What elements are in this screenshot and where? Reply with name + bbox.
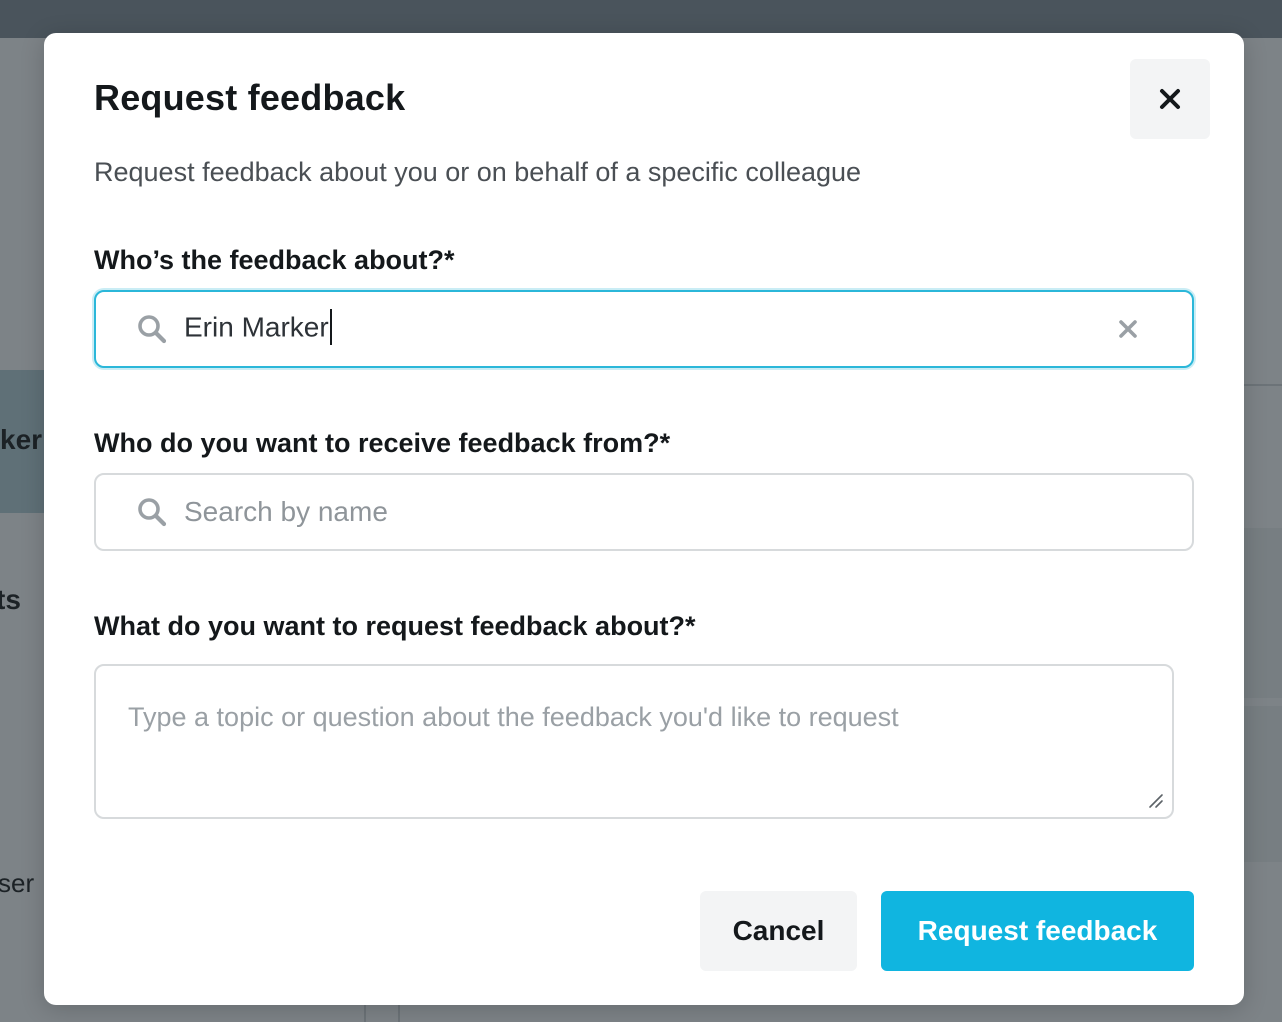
dialog-subtitle: Request feedback about you or on behalf …: [94, 157, 862, 187]
search-icon: [138, 498, 167, 527]
feedback-topic-textarea[interactable]: [96, 666, 1172, 817]
feedback-about-label: Who’s the feedback about?*: [94, 245, 455, 275]
background-divider: [398, 1005, 400, 1022]
background-panel: [1244, 528, 1282, 698]
feedback-about-search-field[interactable]: Erin Marker: [94, 290, 1194, 368]
feedback-about-value: Erin Marker: [184, 311, 329, 343]
background-panel: [1244, 706, 1282, 862]
feedback-from-input[interactable]: [184, 475, 1064, 549]
background-divider: [364, 1005, 366, 1022]
feedback-topic-label: What do you want to request feedback abo…: [94, 611, 696, 641]
clear-button[interactable]: [1114, 315, 1142, 343]
background-text-fragment: ts: [0, 584, 21, 615]
request-feedback-dialog: Request feedback Request feedback about …: [44, 33, 1244, 1005]
cancel-button[interactable]: Cancel: [700, 891, 857, 971]
feedback-from-search-field: [94, 473, 1194, 551]
request-feedback-button[interactable]: Request feedback: [881, 891, 1194, 971]
background-text-fragment: ker: [0, 424, 43, 455]
close-icon: [1160, 89, 1180, 109]
clear-icon: [1119, 320, 1137, 338]
background-text-fragment: ser: [0, 868, 35, 898]
close-button[interactable]: [1130, 59, 1210, 139]
feedback-about-input[interactable]: Erin Marker: [184, 309, 332, 347]
search-icon: [138, 315, 167, 344]
resize-handle-icon[interactable]: [1146, 791, 1164, 809]
dialog-title: Request feedback: [94, 77, 406, 118]
feedback-topic-field: [94, 664, 1174, 819]
feedback-from-label: Who do you want to receive feedback from…: [94, 428, 671, 458]
background-divider: [1244, 384, 1282, 386]
text-caret: [329, 309, 332, 345]
